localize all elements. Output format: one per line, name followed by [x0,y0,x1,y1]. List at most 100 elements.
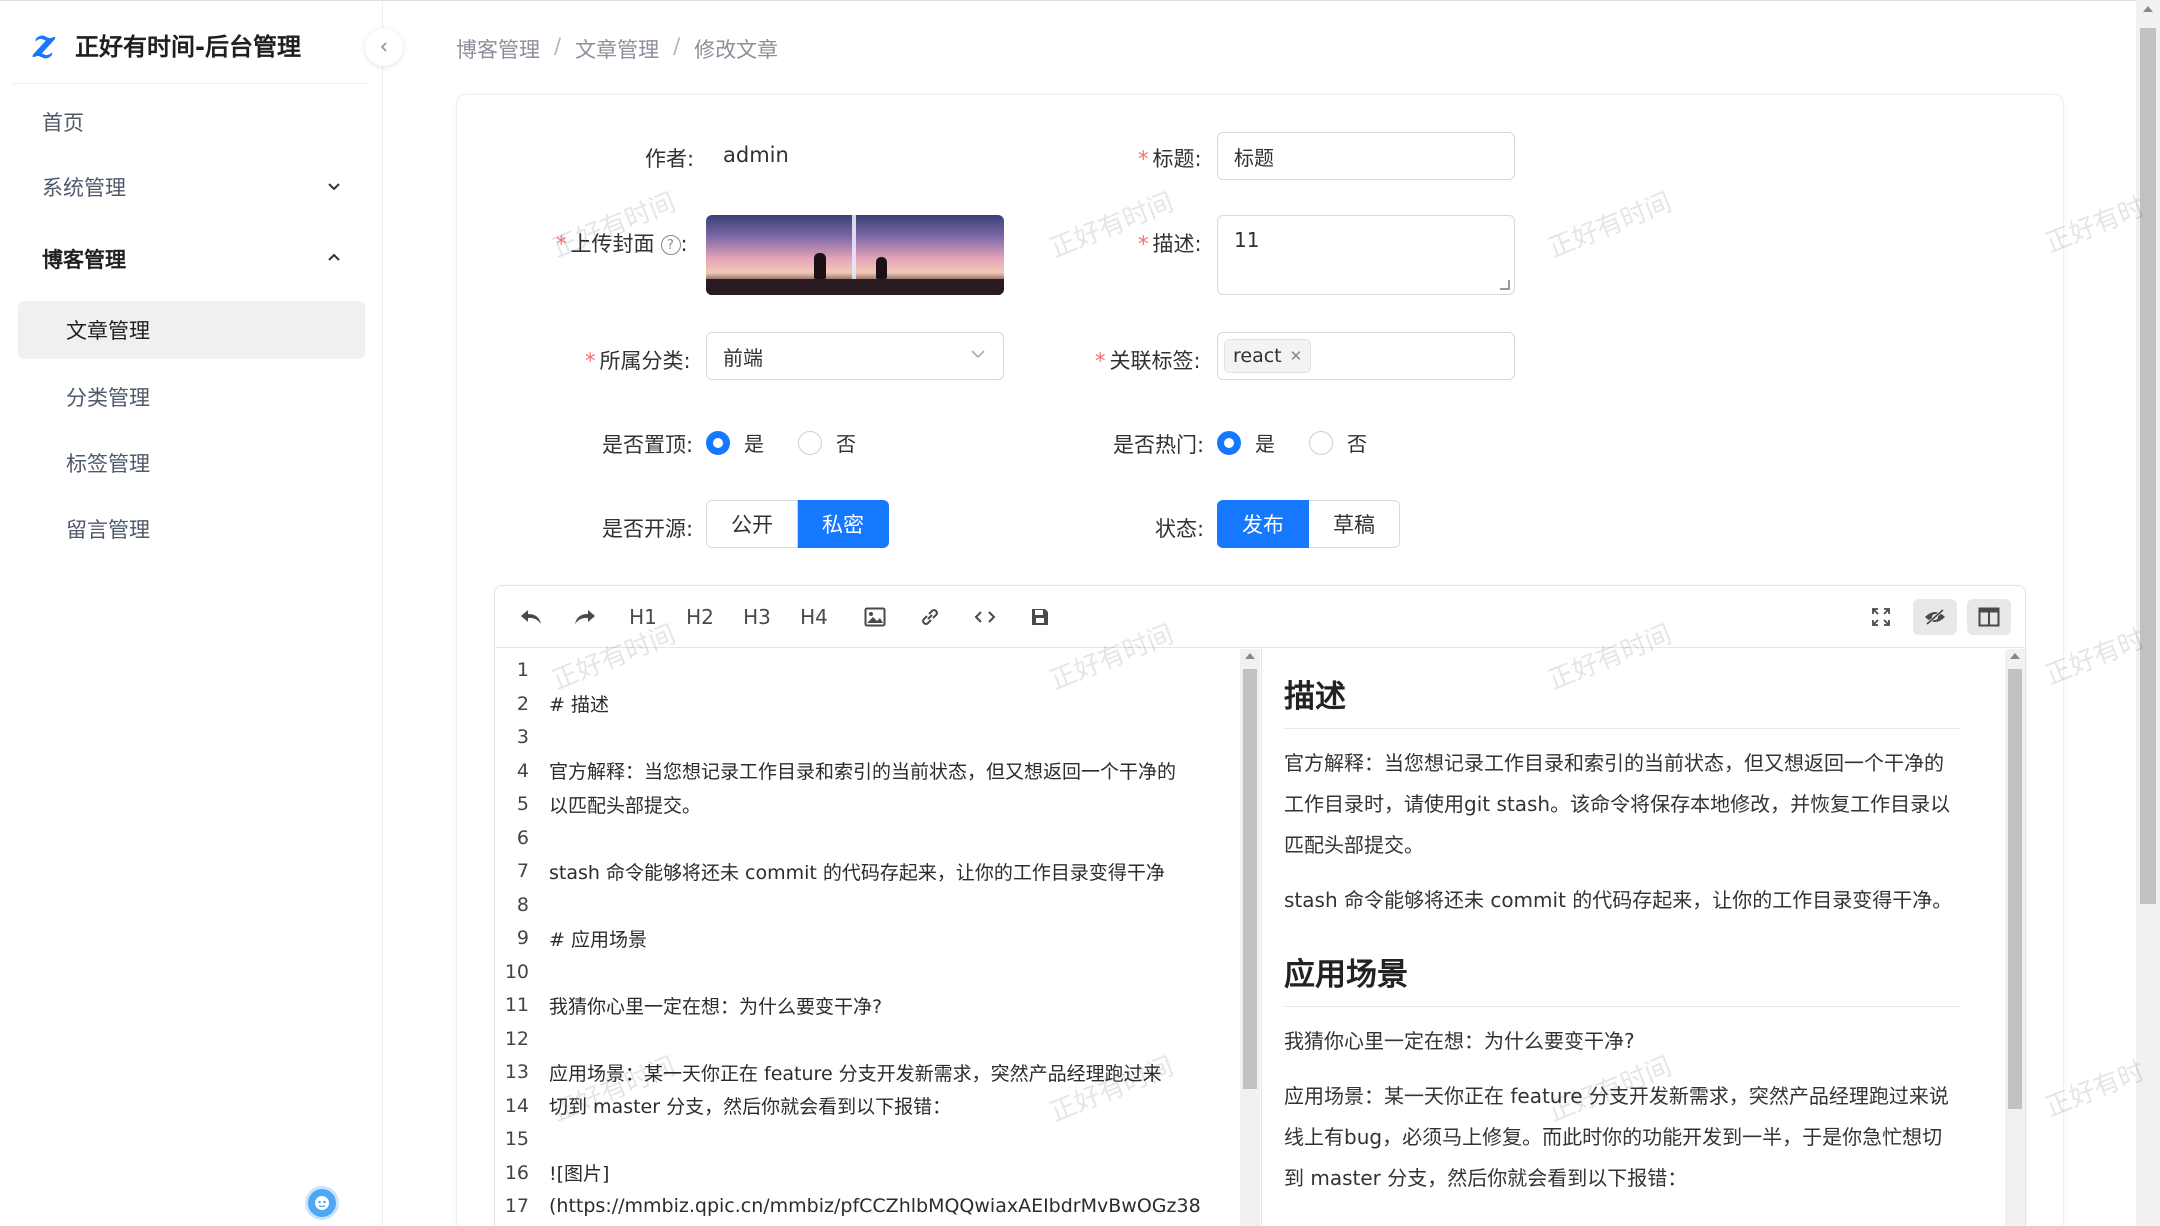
resize-handle-icon[interactable] [1500,280,1510,290]
code-line[interactable]: 11 我猜你心里一定在想：为什么要变干净? [495,988,1240,1022]
tag-chip: react ✕ [1224,339,1312,373]
description-textarea[interactable]: 11 [1217,215,1515,295]
radio-label: 否 [1347,432,1367,456]
line-number: 12 [504,1027,529,1050]
hot-no-radio[interactable] [1309,430,1333,455]
pinned-no-radio[interactable] [798,430,822,455]
code-line[interactable]: 1 [495,653,1240,687]
heading2-button[interactable]: H2 [682,599,718,635]
line-number: 1 [516,659,529,681]
source-scrollbar[interactable] [1240,649,1260,1226]
app-logo[interactable]: z 正好有时间-后台管理 [33,21,301,67]
close-icon[interactable]: ✕ [1290,347,1303,365]
code-icon[interactable] [967,599,1003,635]
pinned-yes-radio[interactable] [706,430,730,455]
code-line[interactable]: 15 [495,1122,1240,1156]
code-line[interactable]: 14 切到 master 分支，然后你就会看到以下报错： [495,1089,1240,1123]
title-label: * 标题: [1138,147,1202,171]
scrollbar-thumb[interactable] [2008,669,2022,1109]
radio-label: 是 [744,432,764,456]
public-button[interactable]: 公开 [706,500,798,548]
line-number: 16 [504,1161,529,1184]
code-line[interactable]: 8 [495,888,1240,922]
code-text: 应用场景：某一天你正在 feature 分支开发新需求，突然产品经理跑过来 [549,1062,1162,1085]
heading4-button[interactable]: H4 [796,599,832,635]
code-line[interactable]: 13 应用场景：某一天你正在 feature 分支开发新需求，突然产品经理跑过来 [495,1055,1240,1089]
sidebar: z 正好有时间-后台管理 首页 系统管理 博客管理 文章管理 分类管理 标签管理… [0,1,383,1226]
sidebar-item-articles[interactable]: 文章管理 [18,301,365,359]
scroll-up-icon[interactable] [2143,6,2153,12]
preview-heading: 应用场景 [1284,935,1961,1007]
breadcrumb-item-blog[interactable]: 博客管理 [456,34,540,64]
sidebar-item-label: 标签管理 [66,452,150,476]
line-number: 7 [516,860,529,882]
image-icon[interactable] [857,599,893,635]
tags-select[interactable]: react ✕ [1217,332,1515,380]
undo-icon[interactable] [513,599,549,635]
split-view-icon[interactable] [1967,599,2011,635]
sidebar-item-home[interactable]: 首页 [18,93,365,151]
link-icon[interactable] [912,599,948,635]
preview-paragraph: stash 命令能够将还未 commit 的代码存起来，让你的工作目录变得干净。 [1284,888,1953,912]
category-value: 前端 [723,345,763,370]
code-line[interactable]: 4 官方解释：当您想记录工作目录和索引的当前状态，但又想返回一个干净的 [495,754,1240,788]
preview-toggle-icon[interactable] [1913,599,1957,635]
save-icon[interactable] [1022,599,1058,635]
chevron-down-icon [969,345,987,367]
code-line[interactable]: 7 stash 命令能够将还未 commit 的代码存起来，让你的工作目录变得干净 [495,854,1240,888]
code-line[interactable]: 6 [495,821,1240,855]
markdown-source[interactable]: 1 2 # 描述 3 4 官方解释：当您想记录工作目录和索引的当前状态，但又想返回一个干净… [495,649,1240,1226]
hot-yes-radio[interactable] [1217,430,1241,455]
code-line[interactable]: 12 [495,1022,1240,1056]
scrollbar-thumb[interactable] [2140,28,2156,904]
breadcrumb-item-articles[interactable]: 文章管理 [575,34,659,64]
editor-toolbar: H1 H2 H3 H4 [495,586,2025,648]
preview-scrollbar[interactable] [2005,649,2025,1226]
private-button[interactable]: 私密 [798,500,889,548]
line-number: 17 [504,1195,529,1217]
cover-image[interactable] [706,215,1004,295]
author-label: 作者: [645,147,695,171]
heading1-button[interactable]: H1 [625,599,661,635]
sidebar-item-tags[interactable]: 标签管理 [18,434,365,492]
code-line[interactable]: 5 以匹配头部提交。 [495,787,1240,821]
code-line[interactable]: 9 # 应用场景 [495,921,1240,955]
code-text: 切到 master 分支，然后你就会看到以下报错： [549,1096,952,1118]
redo-icon[interactable] [567,599,603,635]
app-title: 正好有时间-后台管理 [75,32,301,61]
user-avatar-icon[interactable] [305,1186,339,1220]
publish-button[interactable]: 发布 [1217,500,1309,548]
sidebar-item-categories[interactable]: 分类管理 [18,368,365,426]
code-line[interactable]: 10 [495,955,1240,989]
category-select[interactable]: 前端 [706,332,1004,380]
line-number: 9 [516,927,529,949]
fullscreen-icon[interactable] [1863,599,1899,635]
heading3-button[interactable]: H3 [739,599,775,635]
pinned-label: 是否置顶: [602,433,694,457]
chevron-left-icon [380,42,387,52]
draft-button[interactable]: 草稿 [1309,500,1400,548]
code-text: stash 命令能够将还未 commit 的代码存起来，让你的工作目录变得干净 [549,861,1165,884]
line-number: 13 [504,1061,529,1083]
sidebar-item-label: 博客管理 [42,248,126,272]
description-value: 11 [1234,228,1260,252]
code-line[interactable]: 3 [495,720,1240,754]
title-input[interactable]: 标题 [1217,132,1515,180]
code-line[interactable]: 16 ![图片] [495,1156,1240,1190]
line-number: 5 [516,793,529,815]
code-text: 我猜你心里一定在想：为什么要变干净? [549,995,883,1018]
code-line[interactable]: 17 (https://mmbiz.qpic.cn/mmbiz/pfCCZhlbM… [495,1189,1240,1223]
sidebar-item-messages[interactable]: 留言管理 [18,500,365,558]
line-number: 8 [516,893,529,916]
breadcrumb-separator: / [673,34,681,58]
scroll-up-icon[interactable] [2010,653,2020,659]
page-scrollbar[interactable] [2136,0,2160,1226]
scroll-up-icon[interactable] [1245,653,1255,659]
line-number: 4 [516,759,529,782]
sidebar-item-blog[interactable]: 博客管理 [18,230,365,288]
code-line[interactable]: 2 # 描述 [495,687,1240,721]
line-number: 2 [516,692,529,715]
sidebar-item-system[interactable]: 系统管理 [18,158,365,216]
scrollbar-thumb[interactable] [1243,669,1257,1089]
collapse-sidebar-button[interactable] [365,28,403,66]
